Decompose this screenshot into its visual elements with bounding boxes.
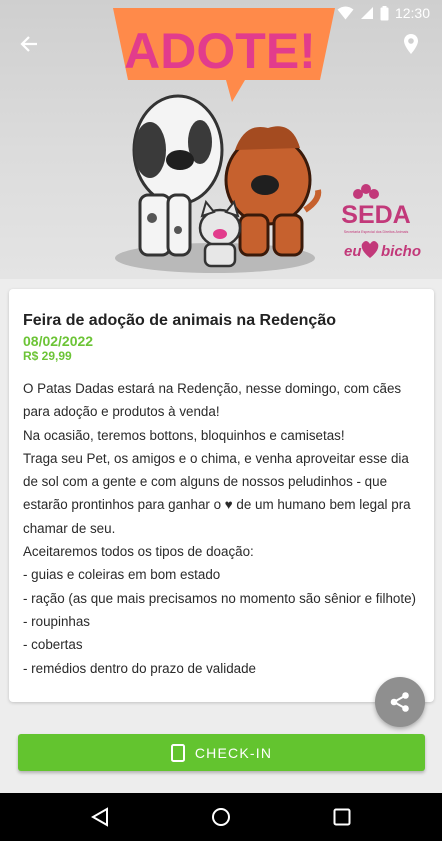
wifi-icon — [337, 6, 354, 20]
description-line: - cobertas — [23, 637, 83, 653]
description-line: Aceitaremos todos os tipos de doação: — [23, 544, 254, 560]
nav-back-button[interactable] — [80, 797, 120, 837]
description-line: - ração (as que mais precisamos no momen… — [23, 590, 416, 606]
description-line: Na ocasião, teremos bottons, bloquinhos … — [23, 427, 345, 443]
nav-recents-button[interactable] — [322, 797, 362, 837]
banner-text: ADOTE! — [124, 23, 316, 79]
checkin-button[interactable]: CHECK-IN — [18, 734, 425, 771]
description-line: - roupinhas — [23, 613, 90, 629]
triangle-back-icon — [91, 807, 109, 827]
share-button[interactable] — [375, 677, 425, 727]
event-hero-image: ADOTE! SEDA Secretaria Especial dos Dire… — [0, 0, 442, 279]
square-recents-icon — [333, 808, 351, 826]
checkin-label: CHECK-IN — [194, 744, 273, 761]
description-line: - remédios dentro do prazo de validade — [23, 660, 256, 676]
status-bar: 12:30 — [0, 0, 442, 26]
svg-text:Secretaria Especial dos Direit: Secretaria Especial dos Direitos Animais — [344, 230, 409, 234]
nav-home-button[interactable] — [201, 797, 241, 837]
svg-text:SEDA: SEDA — [341, 201, 410, 229]
event-details-card: Feira de adoção de animais na Redenção 0… — [9, 289, 434, 702]
seda-logo: SEDA Secretaria Especial dos Direitos An… — [341, 184, 411, 234]
eu-ama-bicho-logo: eu bicho — [344, 241, 421, 260]
location-button[interactable] — [398, 31, 424, 57]
back-button[interactable] — [16, 31, 42, 57]
svg-text:eu: eu — [344, 243, 362, 260]
signal-icon — [360, 6, 374, 20]
event-date: 08/02/2022 — [23, 333, 94, 349]
share-icon — [390, 692, 409, 712]
event-title: Feira de adoção de animais na Redenção — [23, 312, 336, 329]
svg-text:bicho: bicho — [381, 243, 421, 260]
battery-icon — [380, 5, 389, 21]
heart-icon — [361, 241, 379, 258]
event-description: O Patas Dadas estará na Redenção, nesse … — [23, 377, 420, 680]
adoption-illustration: ADOTE! SEDA Secretaria Especial dos Dire… — [113, 8, 421, 273]
description-line: - guias e coleiras em bom estado — [23, 567, 221, 583]
event-price: R$ 29,99 — [23, 349, 72, 363]
phone-icon — [170, 743, 185, 762]
description-line: Traga seu Pet, os amigos e o chima, e ve… — [23, 450, 411, 536]
map-pin-icon — [404, 34, 418, 54]
description-line: O Patas Dadas estará na Redenção, nesse … — [23, 381, 402, 420]
arrow-back-icon — [20, 36, 37, 52]
status-time: 12:30 — [394, 5, 430, 21]
system-navigation-bar — [0, 793, 442, 841]
circle-home-icon — [211, 808, 230, 826]
